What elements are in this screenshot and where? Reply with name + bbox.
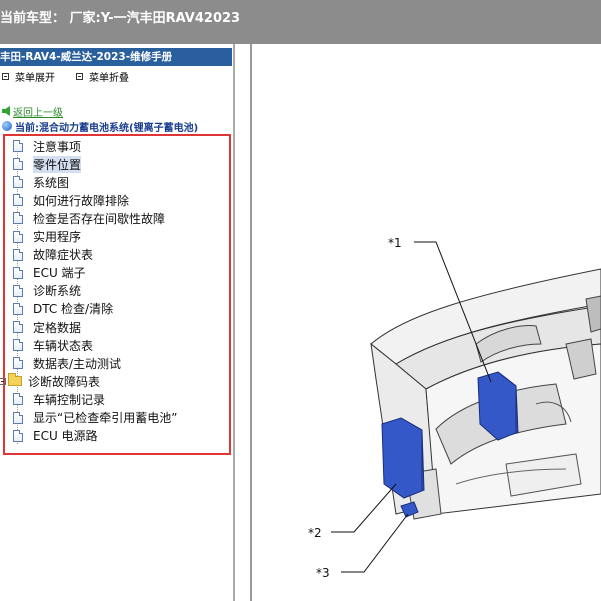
- navigation-panel: 丰田-RAV4-威兰达-2023-维修手册 菜单展开 菜单折叠 返回上一级 当前…: [0, 44, 236, 601]
- document-icon: [13, 230, 23, 243]
- menu-icon: [76, 72, 83, 80]
- tree-item[interactable]: 如何进行故障排除: [13, 192, 129, 208]
- callout-label-2: *2: [308, 526, 322, 540]
- tree-item-label: ECU 端子: [33, 266, 86, 281]
- tree-item[interactable]: 车辆控制记录: [13, 391, 105, 407]
- document-icon: [13, 393, 23, 406]
- tree-item[interactable]: 定格数据: [13, 319, 81, 335]
- tree-item[interactable]: 故障症状表: [13, 247, 93, 263]
- document-icon: [13, 248, 23, 261]
- document-icon: [13, 140, 23, 152]
- top-header-bar: 当前车型： 厂家:Y-一汽丰田RAV42023: [0, 0, 601, 44]
- tree-item-label: 如何进行故障排除: [33, 193, 130, 208]
- tree-item[interactable]: 实用程序: [13, 229, 81, 245]
- manual-title: 丰田-RAV4-威兰达-2023-维修手册: [0, 48, 232, 66]
- tree-item-label: 诊断故障码表: [28, 374, 101, 389]
- tree-item-label: DTC 检查/清除: [33, 302, 114, 317]
- document-icon: [13, 429, 23, 442]
- tree-item[interactable]: ECU 电源路: [13, 428, 98, 444]
- tree-item-label: ECU 电源路: [33, 429, 98, 444]
- tree-item-label: 定格数据: [33, 320, 82, 335]
- tree-item[interactable]: ECU 端子: [13, 265, 86, 281]
- diagram-viewer: *1 *2 *3: [236, 44, 601, 601]
- tree-item[interactable]: 系统图: [13, 174, 69, 190]
- document-icon: [13, 212, 23, 225]
- tree-item-label: 显示“已检查牵引用蓄电池”: [33, 411, 178, 425]
- document-icon: [13, 321, 23, 333]
- globe-icon: [2, 121, 12, 131]
- tree-item[interactable]: 车辆状态表: [13, 337, 93, 353]
- document-icon: [13, 284, 23, 297]
- tree-item-label: 检查是否存在间歇性故障: [33, 211, 166, 226]
- document-icon: [13, 266, 23, 279]
- tree-item[interactable]: 检查是否存在间歇性故障: [13, 210, 165, 226]
- current-section-label: 当前:混合动力蓄电池系统(锂离子蓄电池): [15, 122, 199, 134]
- tree-item-label: 零件位置: [33, 155, 82, 173]
- tree-item-label: 实用程序: [33, 230, 82, 244]
- tree-item-label: 故障症状表: [33, 248, 94, 263]
- document-icon: [13, 357, 23, 370]
- document-icon: [13, 302, 23, 315]
- tree-item[interactable]: 数据表/主动测试: [13, 355, 121, 371]
- tree-menu: 注意事项 零件位置系统图如何进行故障排除检查是否存在间歇性故障 实用程序故障症状表 E…: [0, 134, 231, 455]
- tree-item-label: 数据表/主动测试: [33, 356, 122, 371]
- document-icon: [13, 411, 23, 424]
- collapse-menu-label: 菜单折叠: [89, 72, 129, 84]
- menu-icon: [2, 72, 9, 80]
- tree-item-label: 车辆控制记录: [33, 392, 106, 407]
- tree-item[interactable]: 诊断系统: [13, 283, 81, 299]
- expand-menu-button[interactable]: 菜单展开: [2, 69, 55, 84]
- tree-item[interactable]: DTC 检查/清除: [13, 301, 113, 317]
- parts-location-diagram: *1 *2 *3: [308, 236, 601, 580]
- tree-item[interactable]: 零件位置: [13, 155, 82, 173]
- document-icon: [13, 339, 23, 352]
- vehicle-model-title: 当前车型： 厂家:Y-一汽丰田RAV42023: [0, 11, 241, 26]
- collapse-menu-button[interactable]: 菜单折叠: [76, 69, 129, 84]
- back-link-label: 返回上一级: [13, 107, 63, 119]
- back-link[interactable]: 返回上一级: [2, 104, 63, 119]
- expand-menu-label: 菜单展开: [15, 72, 55, 84]
- ecu-component-2: [381, 417, 425, 499]
- document-icon: [13, 194, 23, 207]
- callout-label-1: *1: [388, 236, 402, 250]
- tree-item[interactable]: 诊断故障码表: [0, 373, 100, 389]
- folder-icon: [8, 373, 22, 387]
- document-icon: [13, 158, 23, 171]
- tree-item-label: 系统图: [33, 175, 70, 190]
- tree-item-label: 注意事项: [33, 139, 82, 154]
- tree-expander-icon[interactable]: [0, 377, 6, 385]
- tree-item[interactable]: 注意事项: [13, 138, 81, 154]
- current-section: 当前:混合动力蓄电池系统(锂离子蓄电池): [2, 119, 234, 133]
- back-arrow-icon: [2, 106, 10, 116]
- callout-label-3: *3: [316, 566, 330, 580]
- tree-item-label: 诊断系统: [33, 284, 82, 299]
- document-icon: [13, 176, 23, 189]
- tree-item-label: 车辆状态表: [33, 338, 94, 353]
- tree-item[interactable]: 显示“已检查牵引用蓄电池”: [13, 410, 177, 426]
